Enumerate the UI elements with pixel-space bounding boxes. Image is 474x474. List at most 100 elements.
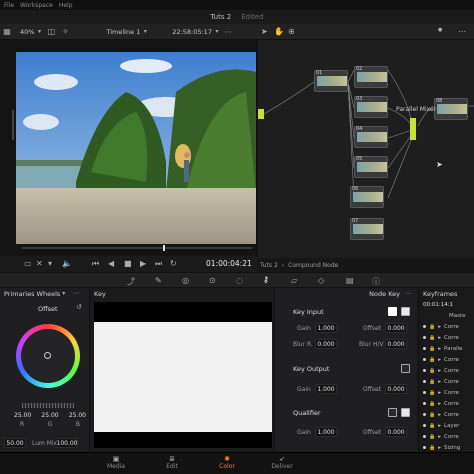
keyframes-track-row[interactable]: 🔒 ▸ Corre	[419, 365, 474, 376]
wand-icon[interactable]: ✧	[58, 27, 72, 36]
node-03[interactable]: 03	[354, 96, 388, 118]
offset-b-value[interactable]: 25.00	[69, 412, 86, 419]
parallel-mixer-node[interactable]	[410, 118, 416, 140]
sizing-icon[interactable]: ▱	[291, 276, 297, 285]
info-icon[interactable]: ⓘ	[372, 276, 380, 287]
lock-icon[interactable]: 🔒	[429, 434, 435, 440]
key-input-mask-toggle[interactable]	[388, 307, 397, 316]
split-icon[interactable]: ◫	[44, 27, 58, 36]
expand-icon[interactable]: ▸	[438, 368, 441, 374]
chevron-down-icon[interactable]: ▾	[212, 28, 222, 35]
keyframes-track-row[interactable]: 🔒 ▸ Corre	[419, 398, 474, 409]
offset-g-value[interactable]: 25.00	[41, 412, 58, 419]
lock-icon[interactable]: 🔒	[429, 423, 435, 429]
more-options-icon[interactable]: ⋯	[222, 28, 234, 36]
grid-icon[interactable]: ▦	[0, 27, 14, 36]
keyframes-track-row[interactable]: 🔒 ▸ Corre	[419, 431, 474, 442]
key-input-gain-field[interactable]: 1.000	[315, 323, 337, 333]
keyframes-track-row[interactable]: 🔒 ▸ Corre	[419, 409, 474, 420]
timeline-select[interactable]: Timeline 1	[106, 28, 140, 36]
node-05[interactable]: 05	[354, 156, 388, 178]
lock-icon[interactable]: 🔒	[429, 346, 435, 352]
reset-icon[interactable]: ↺	[76, 303, 82, 311]
contrast-field[interactable]: 50.00	[4, 438, 26, 448]
expand-icon[interactable]: ▸	[438, 335, 441, 341]
chevron-down-icon[interactable]: ▾	[48, 259, 52, 268]
lock-icon[interactable]: 🔒	[429, 401, 435, 407]
offset-r-value[interactable]: 25.00	[14, 412, 31, 419]
node-04[interactable]: 04	[354, 126, 388, 148]
3d-icon[interactable]: ◇	[318, 276, 324, 285]
expand-icon[interactable]: ▸	[438, 357, 441, 363]
expand-icon[interactable]: ▸	[438, 423, 441, 429]
reverse-play-icon[interactable]: ◀	[108, 259, 114, 268]
menu-workspace[interactable]: Workspace	[20, 2, 53, 9]
speaker-icon[interactable]: 🔈	[62, 259, 72, 268]
scrub-bar[interactable]	[22, 247, 252, 249]
lock-icon[interactable]: 🔒	[429, 324, 435, 330]
node-01[interactable]: 01	[314, 70, 348, 92]
key-output-offset-field[interactable]: 0.000	[385, 384, 407, 394]
keyframes-track-row[interactable]: 🔒 ▸ Corre	[419, 387, 474, 398]
key-output-gain-field[interactable]: 1.000	[315, 384, 337, 394]
page-edit[interactable]: ≣ Edit	[152, 455, 192, 470]
page-media[interactable]: ▣ Media	[96, 455, 136, 470]
page-color[interactable]: ✺ Color	[207, 455, 247, 470]
chevron-down-icon[interactable]: ▾	[140, 28, 150, 35]
source-input[interactable]	[258, 109, 264, 119]
expand-icon[interactable]: ▸	[438, 390, 441, 396]
window-icon[interactable]: ◎	[182, 276, 189, 285]
expand-icon[interactable]: ▸	[438, 401, 441, 407]
expand-icon[interactable]: ▸	[438, 346, 441, 352]
more-options-icon[interactable]: ⋯	[73, 290, 79, 297]
clip-icon[interactable]: ▭	[24, 259, 32, 268]
curves-icon[interactable]: ⤴	[127, 276, 135, 287]
keyframes-track-row[interactable]: 🔒 ▸ Corre	[419, 332, 474, 343]
node-06[interactable]: 06	[350, 186, 384, 208]
more-options-icon[interactable]: ⋯	[458, 27, 466, 36]
breadcrumb-project[interactable]: Tuts 2	[260, 262, 278, 269]
qualifier-offset-field[interactable]: 0.000	[385, 427, 407, 437]
expand-icon[interactable]: ▸	[438, 445, 441, 451]
bypass-icon[interactable]: ✕	[36, 259, 43, 268]
primaries-title[interactable]: Primaries Wheels	[4, 290, 60, 298]
keyframes-track-row[interactable]: 🔒 ▸ Paralle	[419, 343, 474, 354]
menu-help[interactable]: Help	[59, 2, 73, 9]
qualifier-gain-field[interactable]: 1.000	[315, 427, 337, 437]
lock-icon[interactable]: 🔒	[429, 357, 435, 363]
chevron-down-icon[interactable]: ▾	[62, 290, 65, 297]
lock-icon[interactable]: 🔒	[429, 335, 435, 341]
play-icon[interactable]: ▶	[140, 259, 146, 268]
qualifier-mask-toggle[interactable]	[388, 408, 397, 417]
offset-color-wheel[interactable]	[16, 324, 80, 388]
keyframes-track-row[interactable]: 🔒 ▸ Corre	[419, 376, 474, 387]
qualifier-invert-toggle[interactable]	[401, 408, 410, 417]
node-08[interactable]: 08	[434, 98, 468, 120]
more-options-icon[interactable]: ⋯	[405, 290, 411, 297]
node-02[interactable]: 02	[354, 66, 388, 88]
playhead[interactable]	[163, 245, 165, 251]
stop-icon[interactable]: ■	[124, 259, 132, 268]
key-output-toggle[interactable]	[401, 364, 410, 373]
lock-icon[interactable]: 🔒	[429, 368, 435, 374]
key-input-blur-hv-field[interactable]: 0.000	[385, 339, 407, 349]
menu-file[interactable]: File	[4, 2, 14, 9]
blur-icon[interactable]: ◌	[236, 276, 243, 285]
expand-icon[interactable]: ▸	[438, 324, 441, 330]
lum-mix-field[interactable]: 100.00	[56, 438, 78, 448]
keyframes-track-row[interactable]: 🔒 ▸ Corre	[419, 321, 474, 332]
lock-icon[interactable]: 🔒	[429, 379, 435, 385]
qualifier-icon[interactable]: ✎	[155, 276, 162, 285]
viewer-scrollbar[interactable]	[12, 110, 14, 140]
chevron-down-icon[interactable]: ▾	[34, 28, 44, 35]
page-deliver[interactable]: ➶ Deliver	[262, 455, 302, 470]
zoom-icon[interactable]: ⊕	[288, 27, 295, 36]
loop-icon[interactable]: ↻	[170, 259, 177, 268]
skip-back-icon[interactable]: ⏮	[92, 259, 99, 269]
breadcrumb-compound-node[interactable]: Compound Node	[288, 262, 338, 269]
scopes-icon[interactable]: ▤	[346, 276, 354, 285]
keyframes-master-row[interactable]: Maste	[419, 310, 474, 321]
skip-forward-icon[interactable]: ⏭	[155, 259, 162, 269]
key-input-offset-field[interactable]: 0.000	[385, 323, 407, 333]
lock-icon[interactable]: 🔒	[429, 412, 435, 418]
